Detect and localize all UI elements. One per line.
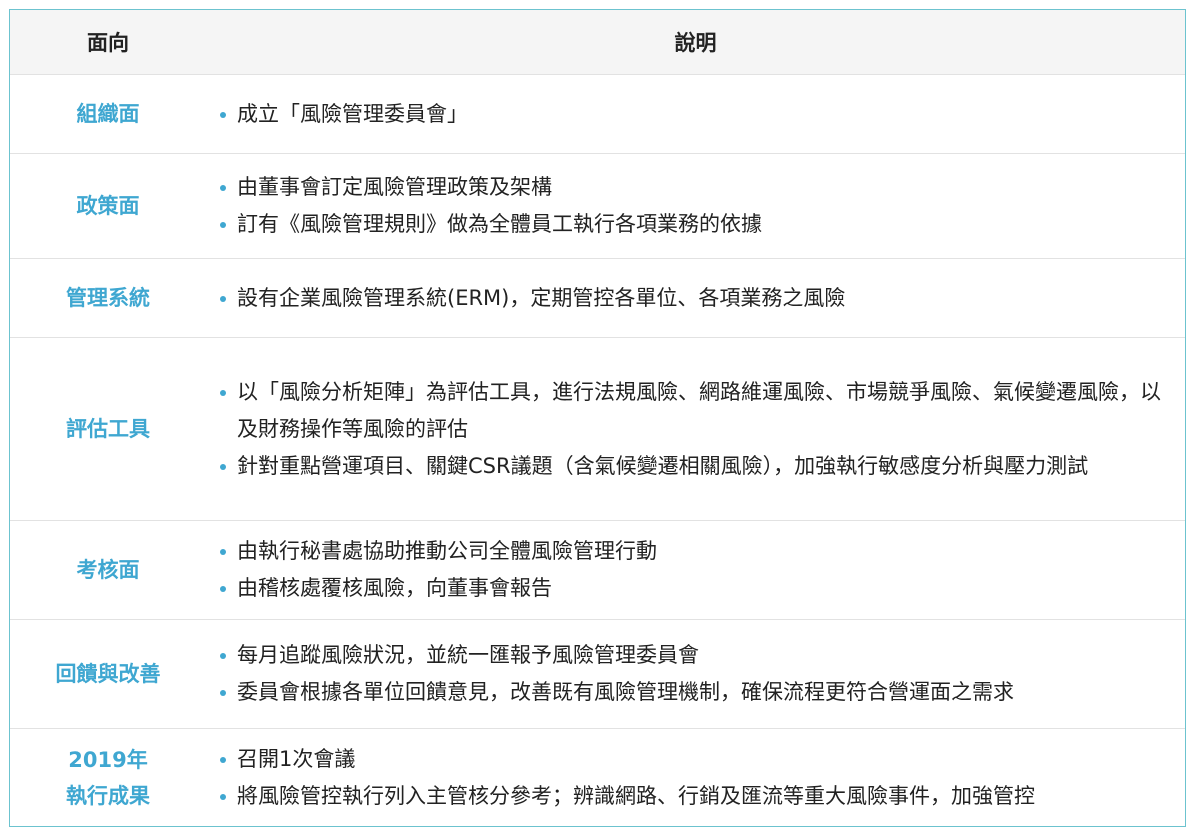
list-item: 將風險管控執行列入主管核分參考；辨識網路、行銷及匯流等重大風險事件，加強管控 (220, 778, 1175, 815)
list-item-text: 由董事會訂定風險管理政策及架構 (237, 175, 552, 199)
risk-management-table: 面向 說明 組織面 成立「風險管理委員會」 政策面 由董事會訂定風險管理政策及架… (10, 10, 1185, 826)
list-item: 設有企業風險管理系統(ERM)，定期管控各單位、各項業務之風險 (220, 280, 1175, 317)
list-item: 召開1次會議 (220, 741, 1175, 778)
table-header-row: 面向 說明 (10, 10, 1185, 75)
list-item-text: 由稽核處覆核風險，向董事會報告 (237, 576, 552, 600)
list-item-text: 設有企業風險管理系統(ERM)，定期管控各單位、各項業務之風險 (237, 285, 846, 310)
bullet-dot-icon (220, 111, 226, 118)
table-row: 評估工具 以「風險分析矩陣」為評估工具，進行法規風險、網路維運風險、市場競爭風險… (10, 337, 1185, 521)
header-description: 說明 (206, 10, 1185, 75)
table-row: 組織面 成立「風險管理委員會」 (10, 74, 1185, 154)
row-category: 回饋與改善 (10, 619, 206, 729)
table-row: 考核面 由執行秘書處協助推動公司全體風險管理行動 由稽核處覆核風險，向董事會報告 (10, 520, 1185, 620)
list-item: 以「風險分析矩陣」為評估工具，進行法規風險、網路維運風險、市場競爭風險、氣候變遷… (220, 374, 1175, 448)
bullet-dot-icon (220, 549, 226, 555)
list-item-text: 訂有《風險管理規則》做為全體員工執行各項業務的依據 (237, 212, 762, 236)
list-item: 由董事會訂定風險管理政策及架構 (220, 169, 1175, 206)
list-item-text: 以「風險分析矩陣」為評估工具，進行法規風險、網路維運風險、市場競爭風險、氣候變遷… (237, 379, 1161, 441)
bullet-dot-icon (220, 185, 226, 191)
row-category-line: 2019年 (68, 747, 148, 772)
table-row: 2019年 執行成果 召開1次會議 將風險管控執行列入主管核分參考；辨識網路、行… (10, 729, 1185, 827)
list-item: 成立「風險管理委員會」 (220, 96, 1175, 133)
row-category: 2019年 執行成果 (10, 729, 206, 827)
row-category: 考核面 (10, 520, 206, 620)
header-aspect: 面向 (10, 10, 206, 75)
list-item-text: 成立「風險管理委員會」 (237, 101, 468, 126)
bullet-dot-icon (220, 690, 226, 696)
bullet-dot-icon (220, 463, 226, 470)
row-category: 政策面 (10, 153, 206, 259)
bullet-dot-icon (220, 586, 226, 592)
row-category: 評估工具 (10, 337, 206, 521)
table-row: 政策面 由董事會訂定風險管理政策及架構 訂有《風險管理規則》做為全體員工執行各項… (10, 153, 1185, 259)
list-item-text: 將風險管控執行列入主管核分參考；辨識網路、行銷及匯流等重大風險事件，加強管控 (237, 783, 1035, 808)
bullet-dot-icon (220, 295, 226, 302)
list-item-text: 召開1次會議 (237, 746, 356, 771)
list-item: 由稽核處覆核風險，向董事會報告 (220, 570, 1175, 607)
row-category: 管理系統 (10, 258, 206, 338)
bullet-dot-icon (220, 793, 226, 800)
list-item: 針對重點營運項目、關鍵CSR議題（含氣候變遷相關風險），加強執行敏感度分析與壓力… (220, 448, 1175, 485)
list-item: 委員會根據各單位回饋意見，改善既有風險管理機制，確保流程更符合營運面之需求 (220, 674, 1175, 711)
list-item-text: 委員會根據各單位回饋意見，改善既有風險管理機制，確保流程更符合營運面之需求 (237, 680, 1014, 704)
list-item: 由執行秘書處協助推動公司全體風險管理行動 (220, 533, 1175, 570)
list-item-text: 針對重點營運項目、關鍵CSR議題（含氣候變遷相關風險），加強執行敏感度分析與壓力… (237, 453, 1089, 478)
risk-management-table-frame: 面向 說明 組織面 成立「風險管理委員會」 政策面 由董事會訂定風險管理政策及架… (9, 9, 1186, 827)
list-item: 訂有《風險管理規則》做為全體員工執行各項業務的依據 (220, 206, 1175, 243)
table-row: 管理系統 設有企業風險管理系統(ERM)，定期管控各單位、各項業務之風險 (10, 258, 1185, 338)
bullet-dot-icon (220, 653, 226, 659)
list-item-text: 由執行秘書處協助推動公司全體風險管理行動 (237, 539, 657, 563)
table-row: 回饋與改善 每月追蹤風險狀況，並統一匯報予風險管理委員會 委員會根據各單位回饋意… (10, 619, 1185, 729)
row-category-line: 執行成果 (66, 783, 150, 808)
bullet-dot-icon (220, 222, 226, 228)
bullet-dot-icon (220, 389, 226, 396)
list-item: 每月追蹤風險狀況，並統一匯報予風險管理委員會 (220, 637, 1175, 674)
list-item-text: 每月追蹤風險狀況，並統一匯報予風險管理委員會 (237, 643, 699, 667)
row-category: 組織面 (10, 74, 206, 154)
bullet-dot-icon (220, 756, 226, 763)
